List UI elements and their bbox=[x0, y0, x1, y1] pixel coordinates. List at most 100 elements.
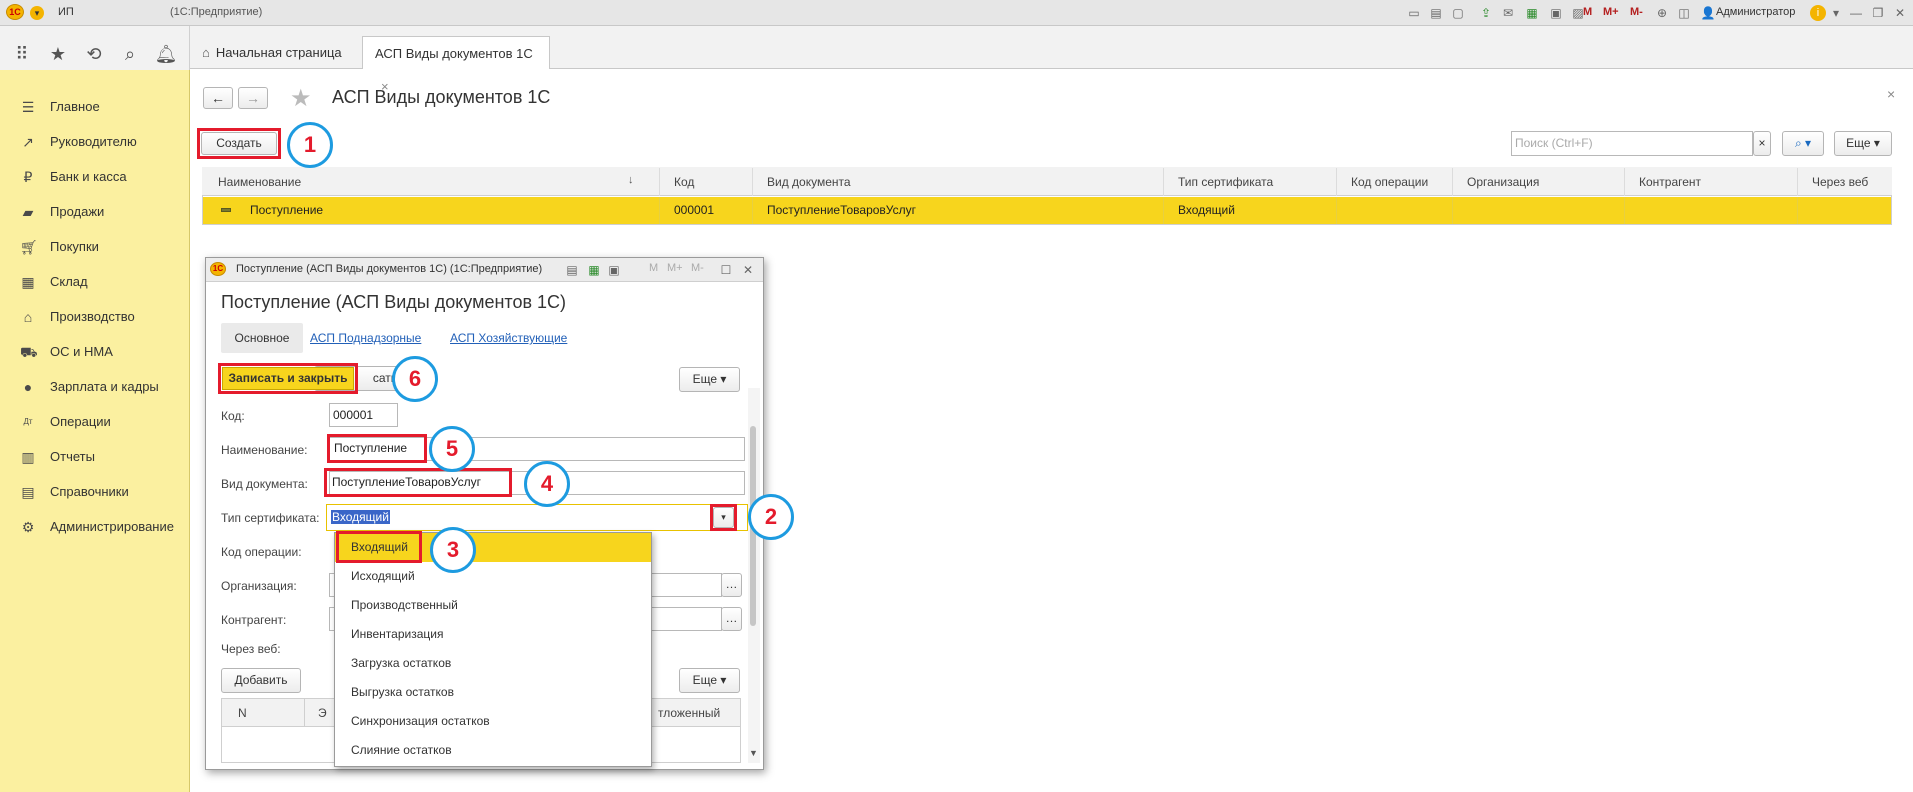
sidebar-item-2[interactable]: ₽ Банк и касса bbox=[0, 160, 190, 195]
sidebar-item-1[interactable]: ↗ Руководителю bbox=[0, 125, 190, 160]
dropdown-option[interactable]: Исходящий bbox=[335, 562, 653, 591]
save-icon[interactable]: ▭ bbox=[1406, 5, 1422, 21]
page-close-icon[interactable]: × bbox=[1887, 86, 1895, 102]
dialog-col-deferred[interactable]: тложенный bbox=[658, 706, 720, 720]
favorite-star-icon[interactable]: ★ bbox=[290, 84, 312, 113]
dropdown-option[interactable]: Инвентаризация bbox=[335, 620, 653, 649]
counterparty-select-button[interactable]: … bbox=[721, 607, 742, 631]
dialog-mplus-button[interactable]: M+ bbox=[667, 262, 683, 274]
dialog-maximize-icon[interactable]: ☐ bbox=[718, 262, 734, 278]
sidebar-item-7[interactable]: ⛟ ОС и НМА bbox=[0, 335, 190, 370]
tab-asp-doc-types[interactable]: АСП Виды документов 1С × bbox=[362, 36, 550, 94]
user-name[interactable]: Администратор bbox=[1716, 6, 1795, 18]
apps-grid-icon[interactable]: ⠿ bbox=[8, 40, 36, 68]
dialog-calc-icon[interactable]: ▦ bbox=[586, 262, 602, 278]
col-op-code[interactable]: Код операции bbox=[1336, 168, 1452, 196]
dropdown-icon[interactable]: ▾ bbox=[1828, 5, 1844, 21]
sort-arrow-icon[interactable]: ↓ bbox=[628, 174, 634, 186]
dialog-m-button[interactable]: M bbox=[649, 262, 658, 274]
col-name[interactable]: Наименование bbox=[204, 168, 659, 196]
memory-mminus-button[interactable]: M- bbox=[1630, 6, 1643, 18]
sidebar-item-0[interactable]: ☰ Главное bbox=[0, 90, 190, 125]
restore-icon[interactable]: ❐ bbox=[1870, 5, 1886, 21]
bell-icon[interactable]: 🔔︎ bbox=[152, 40, 180, 68]
dialog-tab-main[interactable]: Основное bbox=[221, 323, 303, 353]
history-icon[interactable]: ⟲ bbox=[80, 40, 108, 68]
sidebar-item-9[interactable]: Дт Операции bbox=[0, 405, 190, 440]
favorites-star-icon[interactable]: ★ bbox=[44, 40, 72, 68]
report-icon: ▥ bbox=[21, 449, 35, 465]
sidebar-item-8[interactable]: ● Зарплата и кадры bbox=[0, 370, 190, 405]
dialog-print-icon[interactable]: ▤ bbox=[564, 262, 580, 278]
dropdown-option[interactable]: Синхронизация остатков bbox=[335, 707, 653, 736]
search-input[interactable]: Поиск (Ctrl+F) bbox=[1511, 131, 1753, 156]
col-cert-type[interactable]: Тип сертификата bbox=[1163, 168, 1336, 196]
col-doc-kind[interactable]: Вид документа bbox=[752, 168, 1163, 196]
cell-op-code[interactable] bbox=[1336, 197, 1452, 224]
sidebar-item-12[interactable]: ⚙ Администрирование bbox=[0, 510, 190, 545]
dropdown-option[interactable]: Слияние остатков bbox=[335, 736, 653, 765]
add-button[interactable]: Добавить bbox=[221, 668, 301, 693]
save-and-close-button[interactable]: Записать и закрыть bbox=[222, 367, 354, 390]
sidebar-item-11[interactable]: ▤ Справочники bbox=[0, 475, 190, 510]
dialog-col-e[interactable]: Э bbox=[318, 706, 327, 720]
info-icon[interactable]: i bbox=[1810, 5, 1826, 21]
sidebar-item-3[interactable]: ▰ Продажи bbox=[0, 195, 190, 230]
doc-kind-value: ПоступлениеТоваровУслуг bbox=[332, 475, 482, 489]
calendar-icon[interactable]: ▣ bbox=[1548, 5, 1564, 21]
calculator-icon[interactable]: ▦ bbox=[1524, 5, 1540, 21]
dropdown-option[interactable]: Загрузка остатков bbox=[335, 649, 653, 678]
search-button[interactable]: ⌕ ▾ bbox=[1782, 131, 1824, 156]
dialog-mminus-button[interactable]: M- bbox=[691, 262, 704, 274]
cell-via-web[interactable] bbox=[1797, 197, 1891, 224]
cell-name[interactable]: Поступление bbox=[236, 197, 656, 224]
cert-type-dropdown-button[interactable]: ▾ bbox=[713, 507, 734, 528]
cell-counterparty[interactable] bbox=[1624, 197, 1797, 224]
create-button[interactable]: Создать bbox=[201, 132, 277, 155]
sidebar-item-6[interactable]: ⌂ Производство bbox=[0, 300, 190, 335]
organization-select-button[interactable]: … bbox=[721, 573, 742, 597]
search-clear-button[interactable]: × bbox=[1753, 131, 1771, 156]
cell-cert-type[interactable]: Входящий bbox=[1163, 197, 1336, 224]
sidebar-item-4[interactable]: 🛒︎ Покупки bbox=[0, 230, 190, 265]
print-icon[interactable]: ▤ bbox=[1428, 5, 1444, 21]
memory-mplus-button[interactable]: M+ bbox=[1603, 6, 1619, 18]
dialog-more-button[interactable]: Еще ▾ bbox=[679, 367, 740, 392]
cell-organization[interactable] bbox=[1452, 197, 1624, 224]
dialog-more-button-2[interactable]: Еще ▾ bbox=[679, 668, 740, 693]
sidebar-item-label: Администрирование bbox=[50, 519, 174, 534]
col-counterparty[interactable]: Контрагент bbox=[1624, 168, 1797, 196]
cell-doc-kind[interactable]: ПоступлениеТоваровУслуг bbox=[752, 197, 1163, 224]
col-via-web[interactable]: Через веб bbox=[1797, 168, 1891, 196]
dialog-close-icon[interactable]: ✕ bbox=[740, 262, 756, 278]
main-menu-icon[interactable]: ▾ bbox=[30, 6, 44, 20]
code-field[interactable]: 000001 bbox=[329, 403, 398, 427]
attach-icon[interactable]: ⇪ bbox=[1478, 5, 1494, 21]
back-button[interactable]: ← bbox=[203, 87, 233, 109]
forward-button[interactable]: → bbox=[238, 87, 268, 109]
dialog-calendar-icon[interactable]: ▣ bbox=[606, 262, 622, 278]
dropdown-option[interactable]: Выгрузка остатков bbox=[335, 678, 653, 707]
dialog-tab-economic[interactable]: АСП Хозяйствующие bbox=[450, 331, 567, 345]
dialog-col-n[interactable]: N bbox=[238, 706, 247, 720]
mail-icon[interactable]: ✉ bbox=[1500, 5, 1516, 21]
scroll-down-icon[interactable]: ▼ bbox=[749, 748, 758, 758]
panel-icon[interactable]: ◫ bbox=[1676, 5, 1692, 21]
dialog-tab-supervised[interactable]: АСП Поднадзорные bbox=[310, 331, 421, 345]
sidebar-item-5[interactable]: ▦ Склад bbox=[0, 265, 190, 300]
more-button[interactable]: Еще ▾ bbox=[1834, 131, 1892, 156]
col-organization[interactable]: Организация bbox=[1452, 168, 1624, 196]
preview-icon[interactable]: ▢ bbox=[1450, 5, 1466, 21]
col-code[interactable]: Код bbox=[659, 168, 752, 196]
sidebar-item-10[interactable]: ▥ Отчеты bbox=[0, 440, 190, 475]
close-icon[interactable]: ✕ bbox=[1892, 5, 1908, 21]
zoom-icon[interactable]: ⊕ bbox=[1654, 5, 1670, 21]
dropdown-option[interactable]: Производственный bbox=[335, 591, 653, 620]
search-icon[interactable]: ⌕ bbox=[116, 40, 144, 68]
home-icon: ⌂ bbox=[202, 45, 210, 60]
via-web-label: Через веб: bbox=[221, 642, 281, 656]
cell-code[interactable]: 000001 bbox=[659, 197, 752, 224]
memory-m-button[interactable]: M bbox=[1583, 6, 1592, 18]
tab-home[interactable]: ⌂ Начальная страница bbox=[190, 36, 360, 69]
minimize-icon[interactable]: — bbox=[1848, 5, 1864, 21]
